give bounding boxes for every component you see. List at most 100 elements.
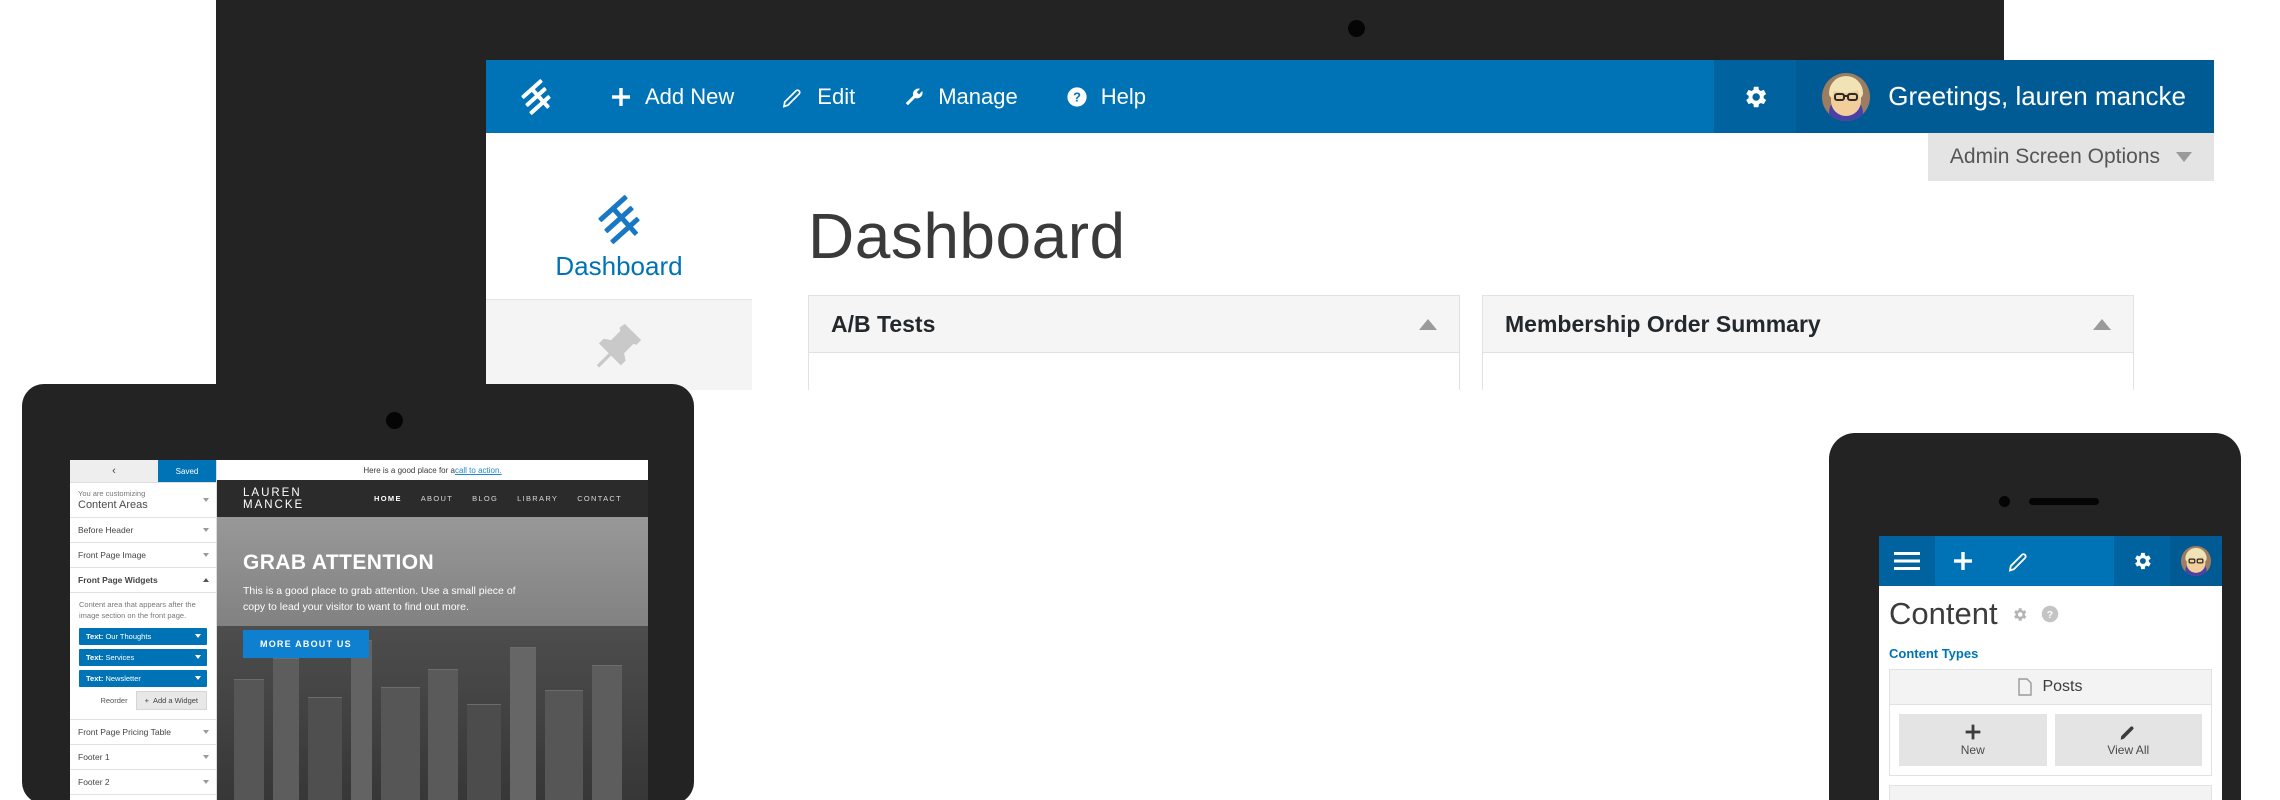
panel-header[interactable]: A/B Tests (809, 296, 1459, 353)
widget-name: Services (105, 652, 135, 662)
phone-content-body: Content ? Content Types Posts New View A… (1879, 586, 2222, 800)
dashboard-panels: A/B Tests You currently do not have any … (808, 295, 2214, 390)
chevron-up-icon[interactable] (2093, 318, 2111, 330)
card-actions: New View All (1890, 705, 2211, 775)
front-page-widgets-panel: Content area that appears after the imag… (70, 593, 216, 720)
hero-text: This is a good place to grab attention. … (243, 585, 516, 614)
nav-link-home[interactable]: HOME (374, 494, 402, 503)
sidebar-item-dashboard[interactable]: Dashboard (486, 181, 752, 299)
chevron-left-icon: ‹ (112, 465, 116, 477)
phone-page-header: Content ? (1889, 596, 2212, 632)
dashboard-column-right: Membership Order Summary Today 1 Week 1 … (1482, 295, 2134, 390)
nav-link-contact[interactable]: CONTACT (577, 494, 622, 503)
section-label: Footer 2 (78, 776, 110, 787)
user-avatar (1822, 72, 1871, 121)
admin-bar: Add New Edit Manage ? Help Greetings, la… (486, 60, 2214, 133)
content-types-label[interactable]: Content Types (1889, 646, 2212, 661)
admin-bar-item-label: Add New (645, 83, 735, 109)
gear-icon (2131, 550, 2153, 572)
new-post-button[interactable]: New (1899, 714, 2047, 766)
hero-heading: GRAB ATTENTION (243, 551, 435, 574)
gear-icon[interactable] (2011, 606, 2028, 623)
customizer-section-front-page-image[interactable]: Front Page Image (70, 543, 216, 568)
site-nav-links: HOME ABOUT BLOG LIBRARY CONTACT (374, 494, 622, 503)
admin-bar-item-manage[interactable]: Manage (879, 60, 1042, 133)
pencil-icon (2008, 550, 2030, 572)
admin-bar-settings-button[interactable] (1714, 60, 1797, 133)
nav-link-library[interactable]: LIBRARY (517, 494, 558, 503)
phone-admin-bar (1879, 536, 2222, 586)
preview-hero-image: GRAB ATTENTION This is a good place to g… (217, 517, 648, 800)
button-label: View All (2107, 743, 2150, 757)
admin-content: Dashboard A/B Tests You currently do no (752, 181, 2214, 390)
sidebar-item-label: Dashboard (555, 250, 683, 281)
admin-bar-item-add-new[interactable]: Add New (586, 60, 758, 133)
phone-edit-button[interactable] (1991, 536, 2047, 586)
slash-logo-icon (595, 194, 643, 244)
content-type-card-next (1889, 785, 2212, 800)
slash-logo-icon (519, 78, 553, 115)
customizer-current-target[interactable]: You are customizing Content Areas (70, 483, 216, 518)
section-label: Before Header (78, 525, 134, 535)
admin-bar-user-menu[interactable]: Greetings, lauren mancke (1796, 60, 2214, 133)
sidebar-item-appearance[interactable] (486, 299, 752, 390)
preview-site-nav: LAUREN MANCKE HOME ABOUT BLOG LIBRARY CO… (217, 480, 648, 517)
widget-services[interactable]: Text: Services (79, 648, 207, 666)
add-widget-button[interactable]: + Add a Widget (135, 690, 207, 710)
chevron-up-icon[interactable] (1419, 318, 1437, 330)
admin-screen-options-label: Admin Screen Options (1949, 145, 2160, 168)
phone-menu-button[interactable] (1879, 536, 1935, 586)
user-avatar (2181, 546, 2211, 576)
customizer-section-footer-1[interactable]: Footer 1 (70, 745, 216, 770)
section-label: Front Page Widgets (78, 575, 158, 585)
panel-description: Content area that appears after the imag… (79, 600, 196, 620)
help-circle-icon[interactable]: ? (2041, 605, 2059, 623)
phone-page-title: Content (1889, 596, 1998, 631)
panel-title: Membership Order Summary (1505, 310, 1821, 337)
phone-add-button[interactable] (1935, 536, 1991, 586)
site-preview: Here is a good place for a call to actio… (217, 460, 648, 800)
panel-body: Today 1 Week 1 Month 3 Months $ 0 Ne (1483, 353, 2133, 390)
customizer-back-button[interactable]: ‹ (70, 465, 158, 477)
customizer-section-before-header[interactable]: Before Header (70, 518, 216, 543)
phone-camera-icon (1999, 496, 2010, 507)
desktop-monitor-frame: Add New Edit Manage ? Help Greetings, la… (216, 0, 2214, 390)
screen-options-bar: Admin Screen Options (486, 133, 2214, 181)
add-widget-label: Add a Widget (152, 695, 198, 705)
admin-bar-item-help[interactable]: ? Help (1042, 60, 1170, 133)
view-all-posts-button[interactable]: View All (2054, 714, 2202, 766)
content-type-card-posts: Posts New View All (1889, 669, 2212, 776)
admin-body: Dashboard Dashboard A/B Tests Membership… (486, 181, 2214, 390)
phone-settings-button[interactable] (2114, 536, 2170, 586)
panel-title: A/B Tests (831, 310, 936, 337)
button-label: New (1960, 743, 1985, 757)
customizer-section-front-page-widgets[interactable]: Front Page Widgets (70, 568, 216, 593)
admin-bar-item-edit[interactable]: Edit (758, 60, 879, 133)
panel-header[interactable]: Membership Order Summary (1483, 296, 2133, 353)
phone-speaker-icon (2029, 498, 2099, 505)
chevron-down-icon (203, 553, 209, 557)
card-title: Posts (2042, 678, 2083, 695)
admin-screen-options-button[interactable]: Admin Screen Options (1927, 133, 2214, 181)
section-label: Front Page Pricing Table (78, 726, 171, 737)
desktop-screen: Add New Edit Manage ? Help Greetings, la… (486, 60, 2214, 390)
page-title: Dashboard (808, 200, 1126, 272)
phone-user-menu[interactable] (2170, 536, 2222, 586)
nav-link-blog[interactable]: BLOG (472, 494, 498, 503)
customizer-section-front-page-pricing-table[interactable]: Front Page Pricing Table (70, 720, 216, 745)
hero-button[interactable]: MORE ABOUT US (243, 629, 369, 658)
wrench-icon (903, 86, 925, 108)
dashboard-column-left: A/B Tests You currently do not have any … (808, 295, 1460, 390)
cta-link[interactable]: call to action. (455, 466, 502, 475)
reorder-button[interactable]: Reorder (100, 696, 127, 705)
plus-icon (1964, 723, 1982, 741)
customizer-saved-button[interactable]: Saved (158, 460, 216, 482)
widget-newsletter[interactable]: Text: Newsletter (79, 669, 207, 687)
widget-our-thoughts[interactable]: Text: Our Thoughts (79, 627, 207, 645)
customizer-section-footer-2[interactable]: Footer 2 (70, 770, 216, 795)
nav-link-about[interactable]: ABOUT (421, 494, 453, 503)
section-label: Footer 1 (78, 751, 110, 762)
pencil-icon (782, 86, 804, 108)
admin-bar-logo[interactable] (486, 78, 586, 115)
customizer-section-footer-3[interactable]: Footer 3 (70, 795, 216, 800)
